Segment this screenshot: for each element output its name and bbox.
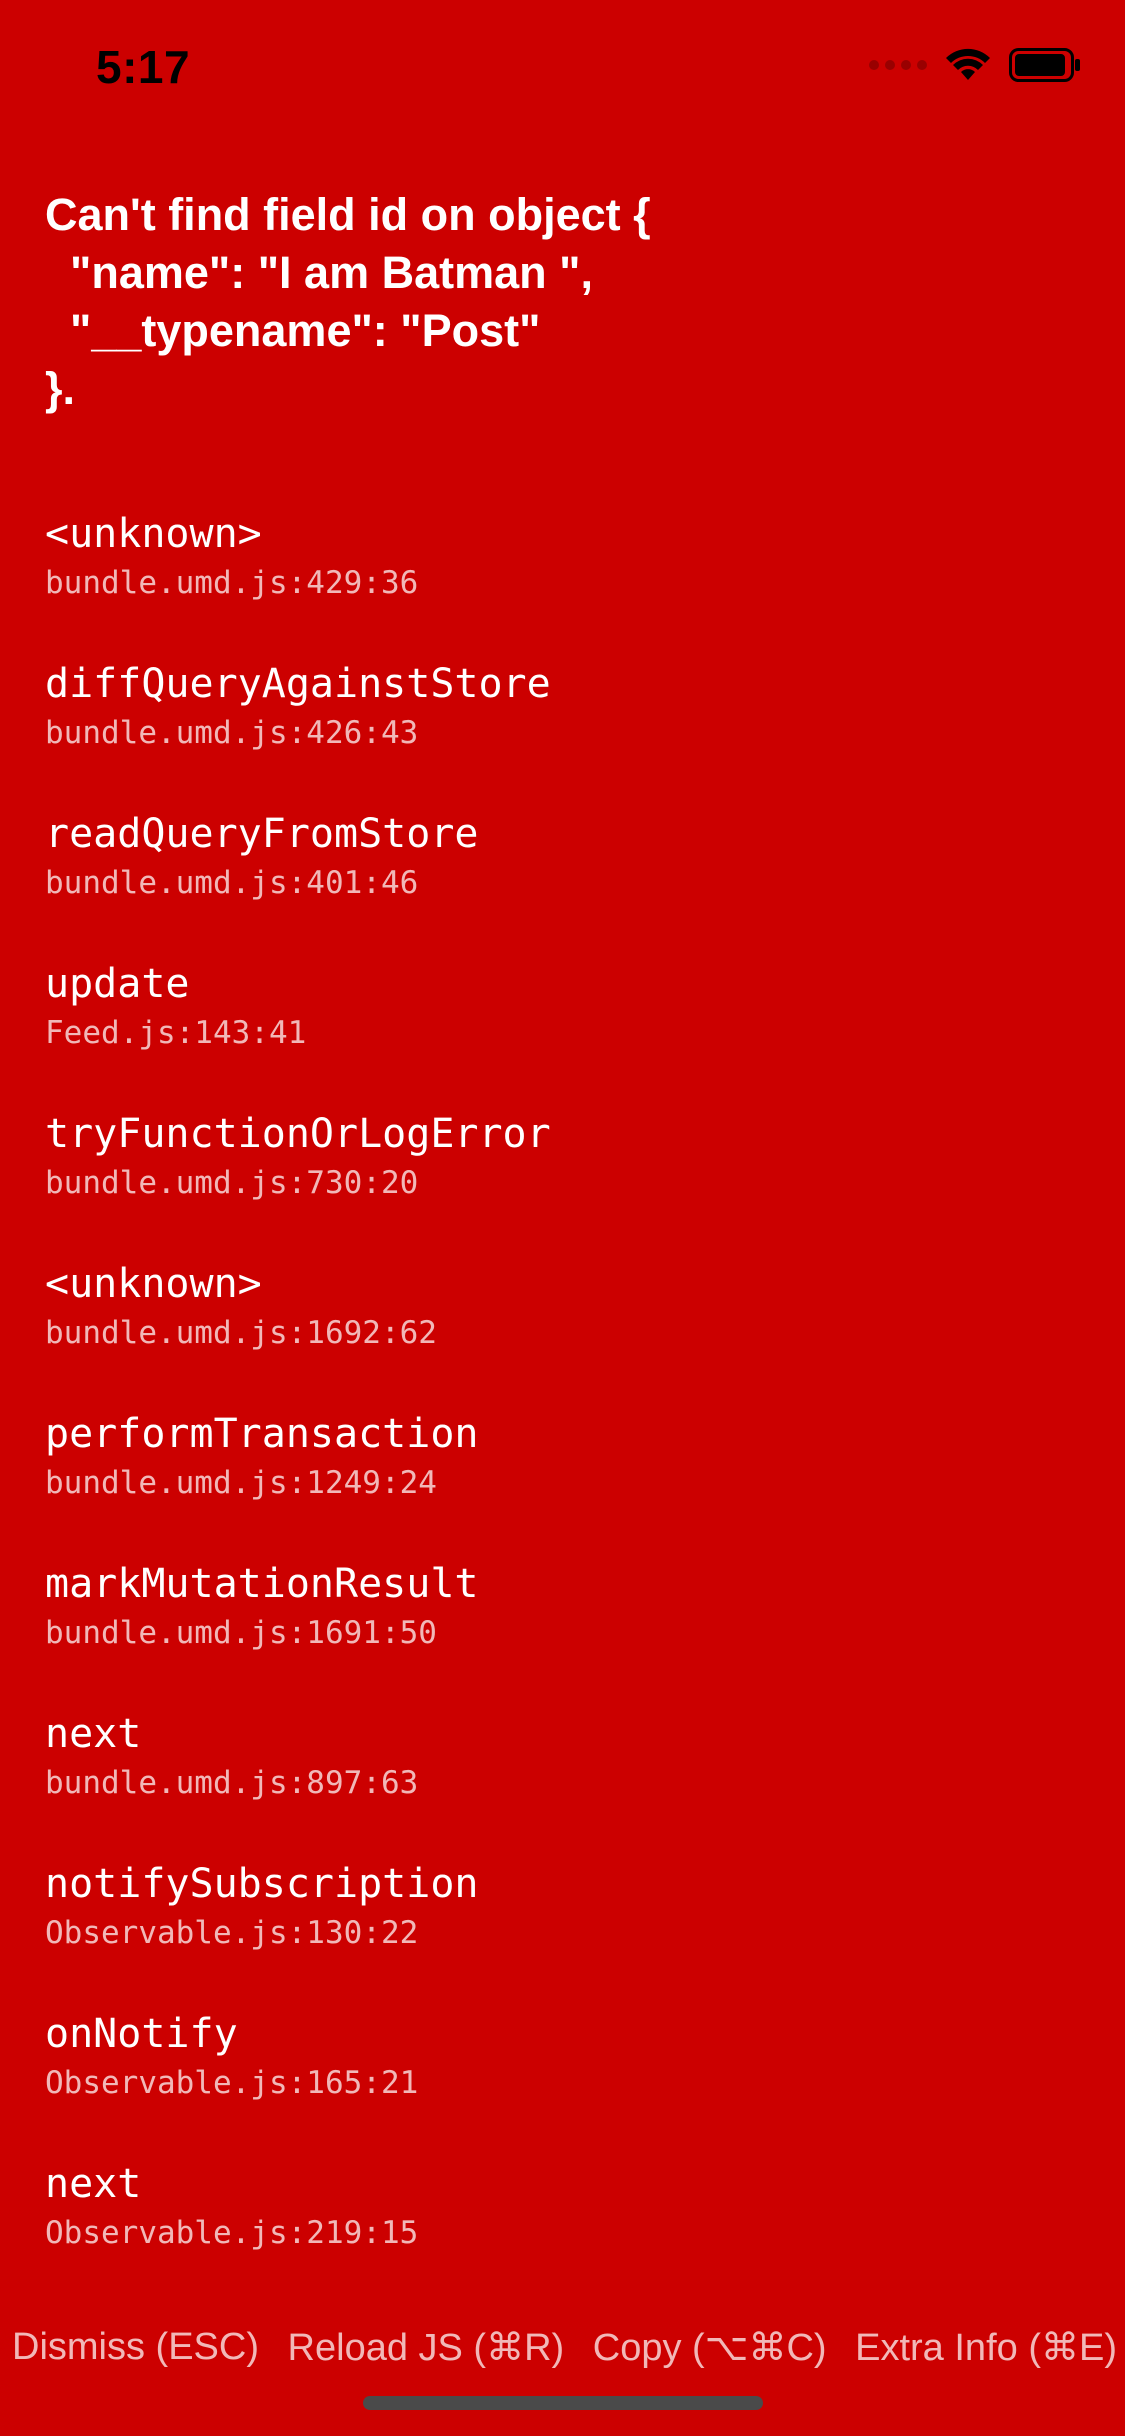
stack-trace: <unknown> bundle.umd.js:429:36 diffQuery… bbox=[45, 506, 1085, 2306]
stack-frame[interactable]: onNotify Observable.js:165:21 bbox=[45, 2006, 1085, 2156]
frame-method: markMutationResult bbox=[45, 1561, 479, 1607]
stack-frame[interactable]: <unknown> bundle.umd.js:429:36 bbox=[45, 506, 1085, 656]
wifi-icon bbox=[946, 48, 990, 80]
stack-frame[interactable]: update Feed.js:143:41 bbox=[45, 956, 1085, 1106]
frame-location: Observable.js:219:15 bbox=[45, 2215, 419, 2251]
frame-location: bundle.umd.js:1692:62 bbox=[45, 1315, 437, 1351]
stack-frame[interactable]: next bundle.umd.js:897:63 bbox=[45, 1706, 1085, 1856]
frame-method: notifySubscription bbox=[45, 1861, 479, 1907]
frame-method: diffQueryAgainstStore bbox=[45, 661, 551, 707]
frame-location: bundle.umd.js:1249:24 bbox=[45, 1465, 437, 1501]
frame-location: Feed.js:143:41 bbox=[45, 1015, 307, 1051]
battery-icon bbox=[1009, 48, 1080, 82]
stack-frame[interactable]: notifySubscription Observable.js:130:22 bbox=[45, 1856, 1085, 2006]
copy-button[interactable]: Copy (⌥⌘C) bbox=[593, 2325, 827, 2370]
frame-method: next bbox=[45, 1711, 142, 1757]
frame-method: <unknown> bbox=[45, 1261, 262, 1307]
extra-info-button[interactable]: Extra Info (⌘E) bbox=[855, 2325, 1117, 2370]
frame-location: bundle.umd.js:897:63 bbox=[45, 1765, 419, 1801]
signal-icon bbox=[869, 60, 927, 70]
frame-method: <unknown> bbox=[45, 511, 262, 557]
frame-location: bundle.umd.js:429:36 bbox=[45, 565, 419, 601]
frame-method: readQueryFromStore bbox=[45, 811, 479, 857]
frame-location: bundle.umd.js:730:20 bbox=[45, 1165, 419, 1201]
frame-method: tryFunctionOrLogError bbox=[45, 1111, 551, 1157]
frame-location: Observable.js:130:22 bbox=[45, 1915, 419, 1951]
status-time: 5:17 bbox=[96, 41, 191, 93]
status-icons bbox=[869, 48, 1081, 82]
status-bar: 5:17 bbox=[0, 0, 1125, 140]
frame-method: next bbox=[45, 2161, 142, 2207]
frame-method: onNotify bbox=[45, 2011, 238, 2057]
stack-frame[interactable]: next Observable.js:219:15 bbox=[45, 2156, 1085, 2306]
frame-method: update bbox=[45, 961, 190, 1007]
error-message: Can't find field id on object { "name": … bbox=[45, 189, 651, 414]
stack-frame[interactable]: diffQueryAgainstStore bundle.umd.js:426:… bbox=[45, 656, 1085, 806]
stack-frame[interactable]: tryFunctionOrLogError bundle.umd.js:730:… bbox=[45, 1106, 1085, 1256]
stack-frame[interactable]: performTransaction bundle.umd.js:1249:24 bbox=[45, 1406, 1085, 1556]
stack-frame[interactable]: <unknown> bundle.umd.js:1692:62 bbox=[45, 1256, 1085, 1406]
frame-method: performTransaction bbox=[45, 1411, 479, 1457]
stack-frame[interactable]: markMutationResult bundle.umd.js:1691:50 bbox=[45, 1556, 1085, 1706]
home-indicator[interactable] bbox=[363, 2396, 763, 2410]
redbox-footer: Dismiss (ESC) Reload JS (⌘R) Copy (⌥⌘C) … bbox=[0, 2310, 1125, 2384]
reload-js-button[interactable]: Reload JS (⌘R) bbox=[288, 2325, 565, 2370]
frame-location: Observable.js:165:21 bbox=[45, 2065, 419, 2101]
frame-location: bundle.umd.js:426:43 bbox=[45, 715, 419, 751]
dismiss-button[interactable]: Dismiss (ESC) bbox=[12, 2326, 259, 2369]
frame-location: bundle.umd.js:401:46 bbox=[45, 865, 419, 901]
frame-location: bundle.umd.js:1691:50 bbox=[45, 1615, 437, 1651]
stack-frame[interactable]: readQueryFromStore bundle.umd.js:401:46 bbox=[45, 806, 1085, 956]
